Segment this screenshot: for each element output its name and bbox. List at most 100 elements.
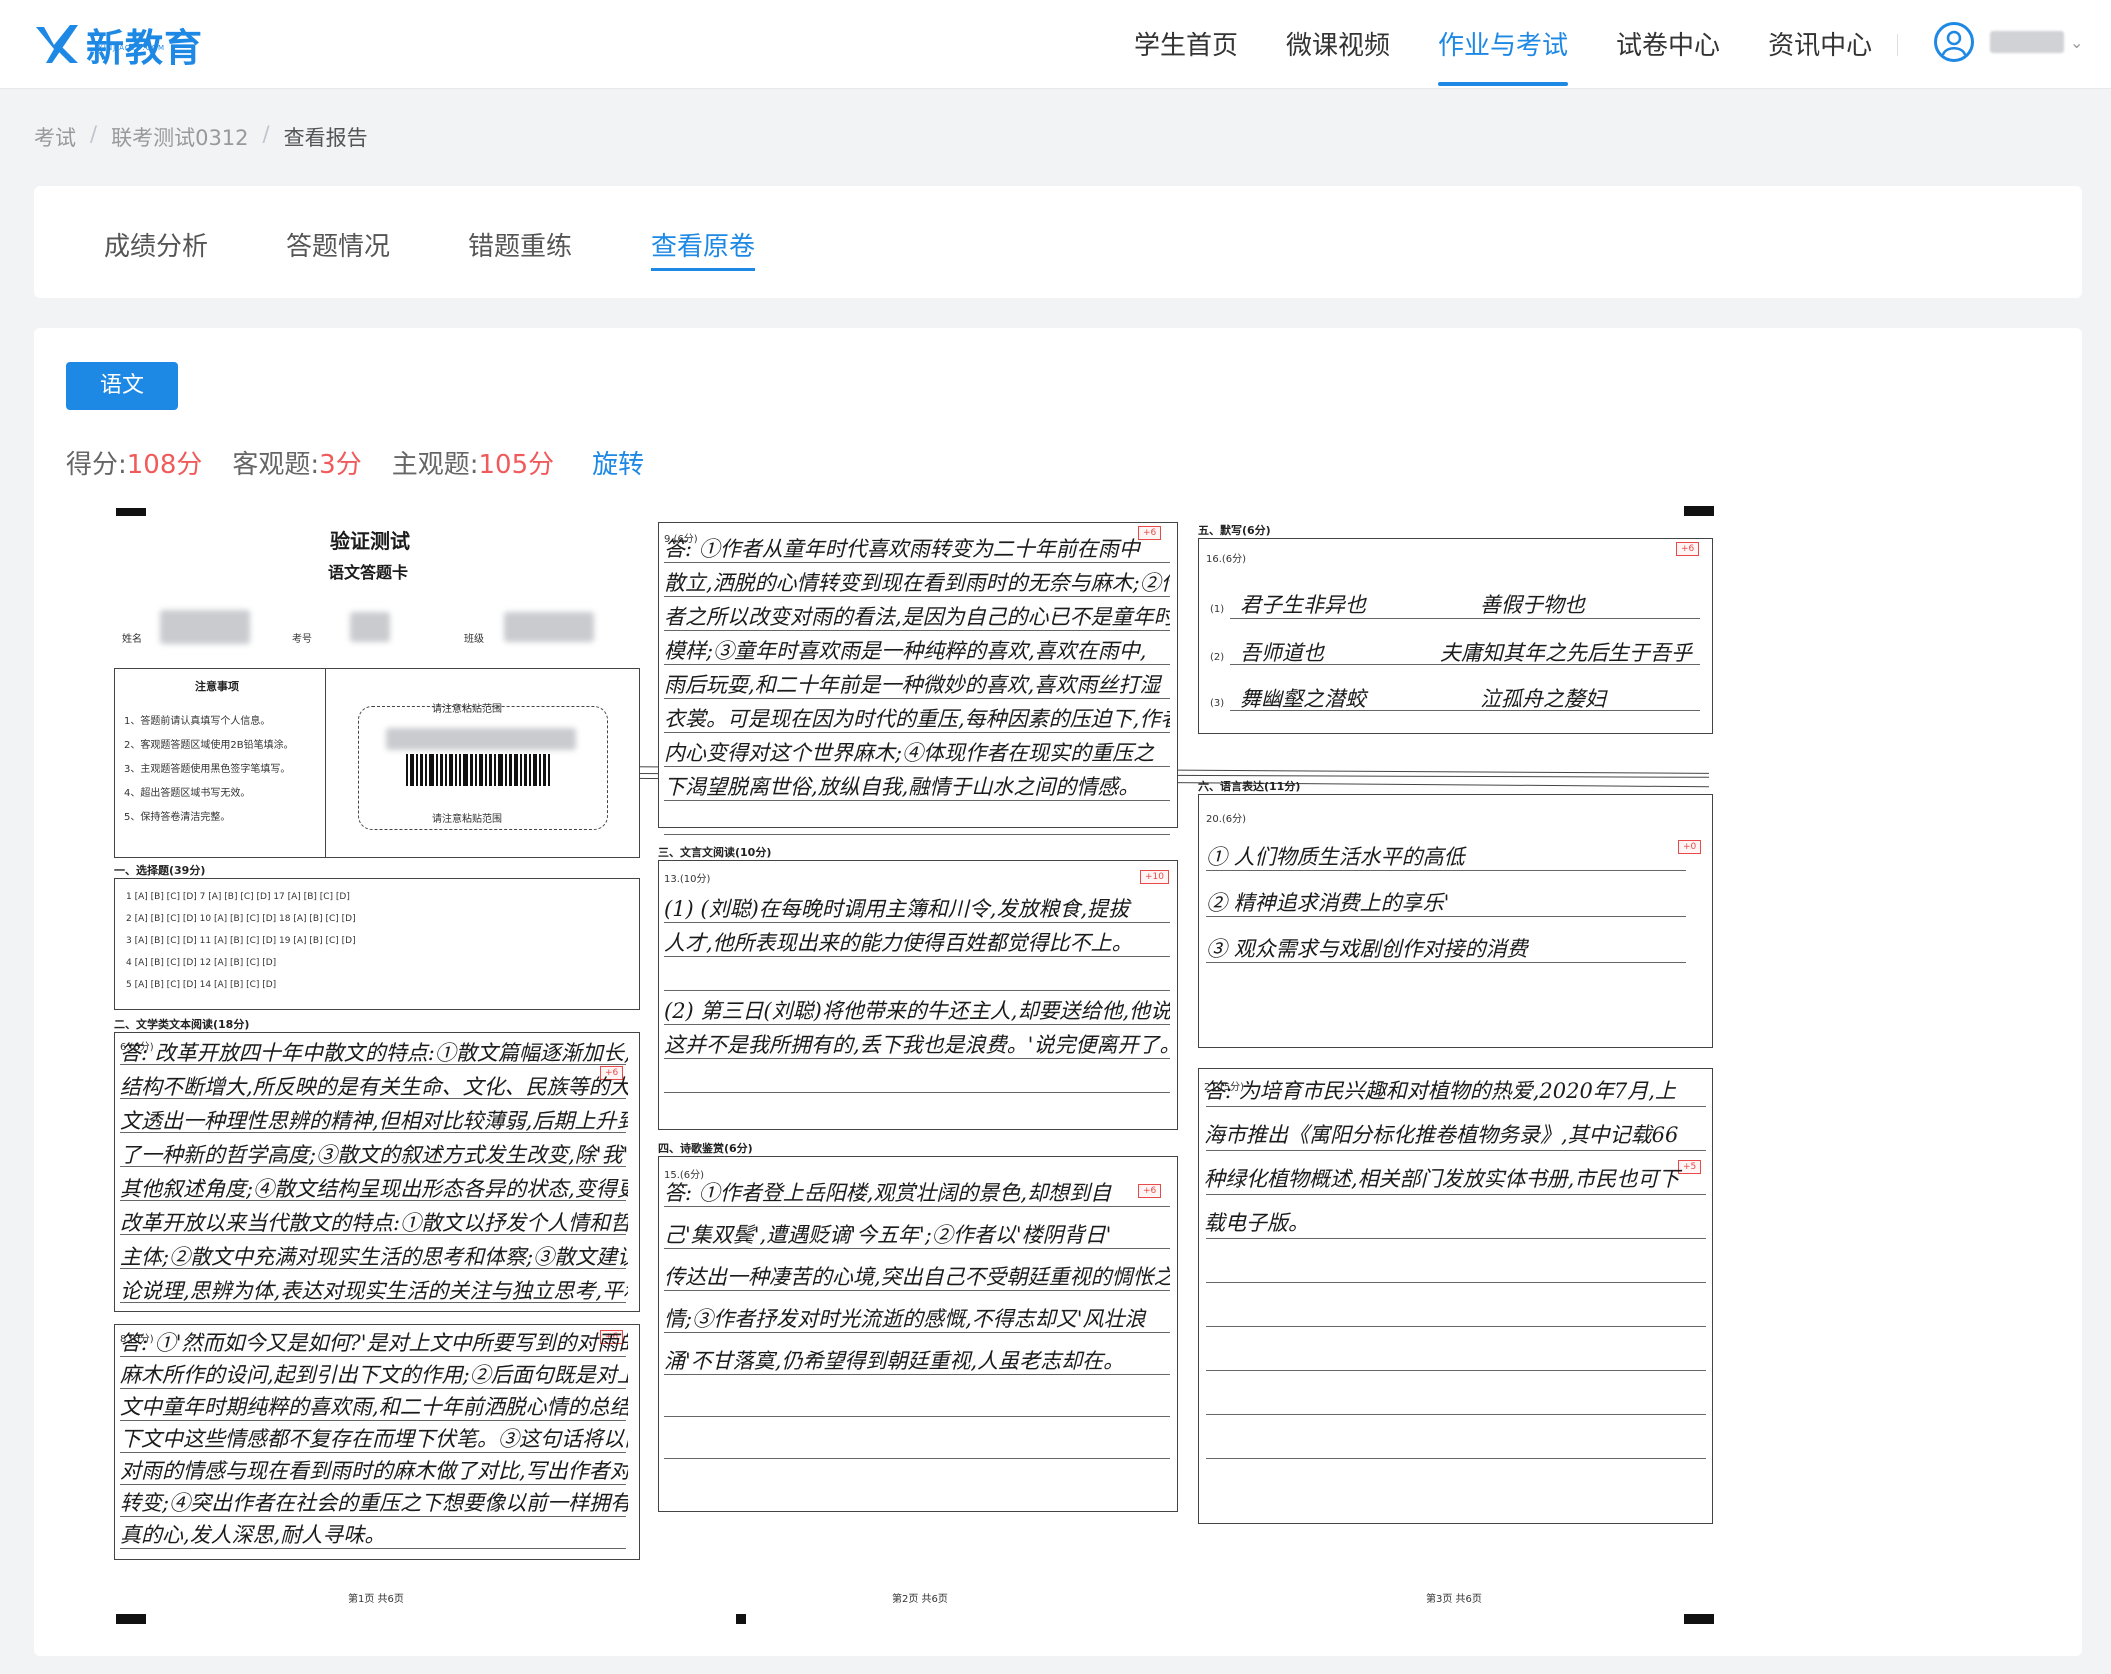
answer-rule-line <box>120 1548 626 1549</box>
answer-rule-line <box>1206 916 1686 917</box>
handwritten-line: 文中童年时期纯粹的喜欢雨,和二十年前洒脱心情的总结,也为 <box>120 1395 628 1419</box>
choice-row: 5 [A] [B] [C] [D] 14 [A] [B] [C] [D] <box>126 980 277 990</box>
section-poetry-title: 四、诗歌鉴赏(6分) <box>658 1142 753 1155</box>
answer-rule-line <box>120 1234 626 1235</box>
objective-score-value: 3分 <box>319 450 362 480</box>
tab-view-original[interactable]: 查看原卷 <box>651 226 756 271</box>
breadcrumb-separator: / <box>90 122 98 146</box>
answer-rule-line <box>664 1458 1170 1459</box>
section-classical-title: 三、文言文阅读(10分) <box>658 846 772 859</box>
answer-rule-line <box>664 562 1170 563</box>
question-number: 16.(6分) <box>1206 554 1247 565</box>
subject-chinese-button[interactable]: 语文 <box>66 362 178 410</box>
id-label: 考号 <box>292 634 312 645</box>
answer-rule-line <box>120 1302 626 1303</box>
notice-item: 5、保持答卷清洁完整。 <box>124 812 231 823</box>
answer-rule-line <box>664 1058 1170 1059</box>
answer-rule-line <box>664 922 1170 923</box>
handwritten-line: ① 人们物质生活水平的高低 <box>1206 845 1465 869</box>
choice-row: 4 [A] [B] [C] [D] 12 [A] [B] [C] [D] <box>126 958 277 968</box>
answer-rule-line <box>1206 870 1686 871</box>
alignment-mark <box>1684 506 1714 516</box>
nav-micro-videos[interactable]: 微课视频 <box>1262 0 1414 88</box>
tab-score-analysis[interactable]: 成绩分析 <box>104 226 208 263</box>
answer-box-q20 <box>1198 794 1713 1048</box>
answer-rule-line <box>664 1024 1170 1025</box>
section-literary-title: 二、文学类文本阅读(18分) <box>114 1018 250 1031</box>
handwritten-line: 下文中这些情感都不复存在而埋下伏笔。③这句话将以前 <box>120 1427 628 1451</box>
total-score-value: 108分 <box>126 450 203 480</box>
breadcrumb-exam[interactable]: 考试 <box>34 122 76 152</box>
answer-rule-line <box>1230 664 1700 665</box>
nav-paper-center[interactable]: 试卷中心 <box>1592 0 1744 88</box>
answer-rule-line <box>1206 1238 1706 1239</box>
user-menu[interactable]: ⌄ <box>1934 22 2083 62</box>
question-number: 13.(10分) <box>664 874 711 885</box>
answer-rule-line <box>120 1356 626 1357</box>
tab-answer-status[interactable]: 答题情况 <box>286 226 390 263</box>
handwritten-line: 答: ①'然而如今又是如何?'是对上文中所要写到的对雨的 <box>120 1331 628 1355</box>
subjective-score-label: 主观题: <box>391 450 479 480</box>
user-avatar-icon[interactable] <box>1934 22 1974 62</box>
sheet-title: 验证测试 <box>330 529 410 553</box>
handwritten-line: 情;③作者抒发对时光流逝的感慨,不得志却又'风壮浪 <box>664 1307 1146 1331</box>
dictation-item-number: (2) <box>1210 652 1225 663</box>
nav-news-center[interactable]: 资讯中心 <box>1744 0 1896 88</box>
answer-rule-line <box>664 1416 1170 1417</box>
redacted-barcode-number <box>386 728 576 750</box>
answer-rule-line <box>120 1420 626 1421</box>
answer-rule-line <box>664 990 1170 991</box>
rotate-button[interactable]: 旋转 <box>592 444 644 481</box>
score-summary: 得分: 108分 客观题: 3分 主观题: 105分 旋转 <box>66 444 644 481</box>
notice-item: 2、客观题答题区域使用2B铅笔填涂。 <box>124 740 294 751</box>
nav-homework-exams[interactable]: 作业与考试 <box>1414 0 1592 88</box>
page-footer: 第2页 共6页 <box>892 1594 948 1605</box>
sheet-subtitle: 语文答题卡 <box>328 563 409 582</box>
handwritten-line: 真的心,发人深思,耐人寻味。 <box>120 1523 386 1547</box>
breadcrumb: 考试 / 联考测试0312 / 查看报告 <box>34 122 368 152</box>
handwritten-line: 散立,洒脱的心情转变到现在看到雨时的无奈与麻木;②作 <box>664 571 1170 595</box>
score-tag: +10 <box>1140 870 1169 884</box>
notice-item: 3、主观题答题使用黑色签字笔填写。 <box>124 764 291 775</box>
answer-rule-line <box>120 1064 626 1065</box>
answer-rule-line <box>664 800 1170 801</box>
handwritten-line: 传达出一种凄苦的心境,突出自己不受朝廷重视的惆怅之 <box>664 1265 1170 1289</box>
answer-rule-line <box>664 732 1170 733</box>
handwritten-line: 内心变得对这个世界麻木;④体现作者在现实的重压之 <box>664 741 1155 765</box>
barcode-label-top: 请注意粘贴范围 <box>432 704 502 715</box>
alignment-mark <box>1684 1614 1714 1624</box>
report-tabs: 成绩分析 答题情况 错题重练 查看原卷 <box>34 186 2082 298</box>
handwritten-line: (2) 第三日(刘聪)将他带来的牛还主人,却要送给他,他说:' <box>664 999 1170 1023</box>
answer-rule-line <box>120 1452 626 1453</box>
handwritten-line: 模样;③童年时喜欢雨是一种纯粹的喜欢,喜欢在雨中, <box>664 639 1147 663</box>
handwritten-line: 答: ①作者从童年时代喜欢雨转变为二十年前在雨中 <box>664 537 1140 561</box>
answer-rule-line <box>120 1484 626 1485</box>
main-nav: 学生首页 微课视频 作业与考试 试卷中心 资讯中心 <box>1110 0 1896 88</box>
answer-rule-line <box>120 1388 626 1389</box>
answer-rule-line <box>120 1516 626 1517</box>
handwritten-line: 雨后玩耍,和二十年前是一种微妙的喜欢,喜欢雨丝打湿 <box>664 673 1161 697</box>
handwritten-line: 己'集双鬓',遭遇贬谪'今五年';②作者以'楼阴背日' <box>664 1223 1112 1247</box>
answer-rule-line <box>664 630 1170 631</box>
breadcrumb-joint-test[interactable]: 联考测试0312 <box>111 122 248 152</box>
scanned-answer-sheet: 验证测试 语文答题卡 姓名 考号 班级 注意事项 1、答题前请认真填写个人信息。… <box>80 480 1730 1630</box>
handwritten-line: 种绿化植物概述,相关部门发放实体书册,市民也可下 <box>1204 1167 1680 1191</box>
answer-rule-line <box>664 834 1170 835</box>
tab-wrong-practice[interactable]: 错题重练 <box>468 226 572 263</box>
nav-divider <box>1897 34 1898 56</box>
breadcrumb-separator: / <box>262 122 270 146</box>
class-label: 班级 <box>464 634 484 645</box>
answer-rule-line <box>664 766 1170 767</box>
alignment-mark <box>116 1614 146 1624</box>
score-tag: +0 <box>1678 840 1702 854</box>
handwritten-line: (1) (刘聪)在每晚时调用主簿和川令,发放粮食,提拔 <box>664 897 1130 921</box>
top-navbar: 新教育 XINJIAOYU.COM 学生首页 微课视频 作业与考试 试卷中心 资… <box>0 0 2111 89</box>
answer-rule-line <box>664 664 1170 665</box>
chevron-down-icon[interactable]: ⌄ <box>2070 33 2083 52</box>
handwritten-line: 下渴望脱离世俗,放纵自我,融情于山水之间的情感。 <box>664 775 1140 799</box>
answer-rule-line <box>120 1166 626 1167</box>
barcode-label-bottom: 请注意粘贴范围 <box>432 814 502 825</box>
notice-item: 1、答题前请认真填写个人信息。 <box>124 716 271 727</box>
nav-student-home[interactable]: 学生首页 <box>1110 0 1262 88</box>
notice-divider <box>325 668 326 858</box>
